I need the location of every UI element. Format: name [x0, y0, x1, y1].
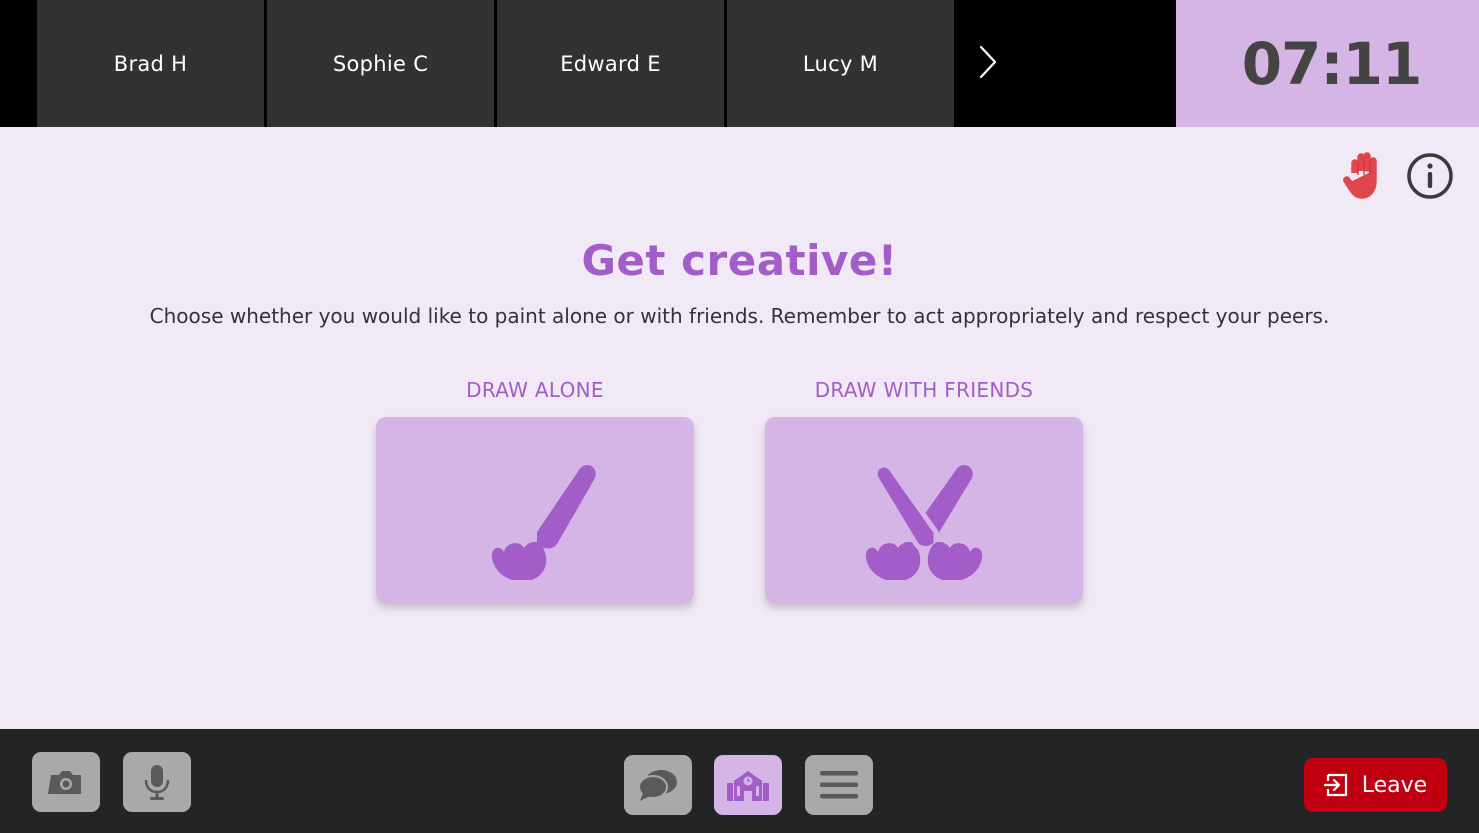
- page-subtitle: Choose whether you would like to paint a…: [149, 304, 1330, 328]
- page-title: Get creative!: [581, 236, 898, 285]
- camera-icon: [48, 771, 81, 794]
- school-icon: [727, 771, 769, 801]
- next-participants-button[interactable]: [962, 38, 1014, 86]
- menu-icon: [820, 771, 858, 799]
- chat-button[interactable]: [624, 755, 692, 815]
- chat-icon: [638, 770, 677, 801]
- raise-hand-icon: [1343, 152, 1377, 199]
- school-button[interactable]: [714, 755, 782, 815]
- participant-tile-lucy[interactable]: Lucy M: [727, 0, 954, 127]
- participants-bar: Brad H Sophie C Edward E Lucy M 07:11: [0, 0, 1479, 127]
- draw-alone-label: DRAW ALONE: [466, 378, 604, 402]
- exit-icon: [1323, 773, 1347, 797]
- menu-button[interactable]: [805, 755, 873, 815]
- draw-alone-card[interactable]: [376, 417, 694, 603]
- participant-tile-edward[interactable]: Edward E: [497, 0, 724, 127]
- microphone-button[interactable]: [123, 752, 191, 812]
- info-icon: [1407, 153, 1453, 199]
- draw-with-friends-card[interactable]: [765, 417, 1083, 603]
- session-timer: 07:11: [1176, 0, 1479, 127]
- participant-tile-brad[interactable]: Brad H: [37, 0, 264, 127]
- participant-tile-sophie[interactable]: Sophie C: [267, 0, 494, 127]
- chevron-right-icon: [979, 45, 997, 79]
- leave-label: Leave: [1361, 772, 1428, 798]
- raise-hand-button[interactable]: [1338, 150, 1390, 202]
- draw-with-friends-label: DRAW WITH FRIENDS: [814, 378, 1034, 402]
- leave-button[interactable]: Leave: [1304, 758, 1447, 812]
- microphone-icon: [144, 765, 170, 800]
- info-button[interactable]: [1404, 150, 1456, 202]
- paintbrush-icon: [491, 464, 596, 580]
- camera-button[interactable]: [32, 752, 100, 812]
- crossed-paintbrushes-icon: [865, 462, 983, 580]
